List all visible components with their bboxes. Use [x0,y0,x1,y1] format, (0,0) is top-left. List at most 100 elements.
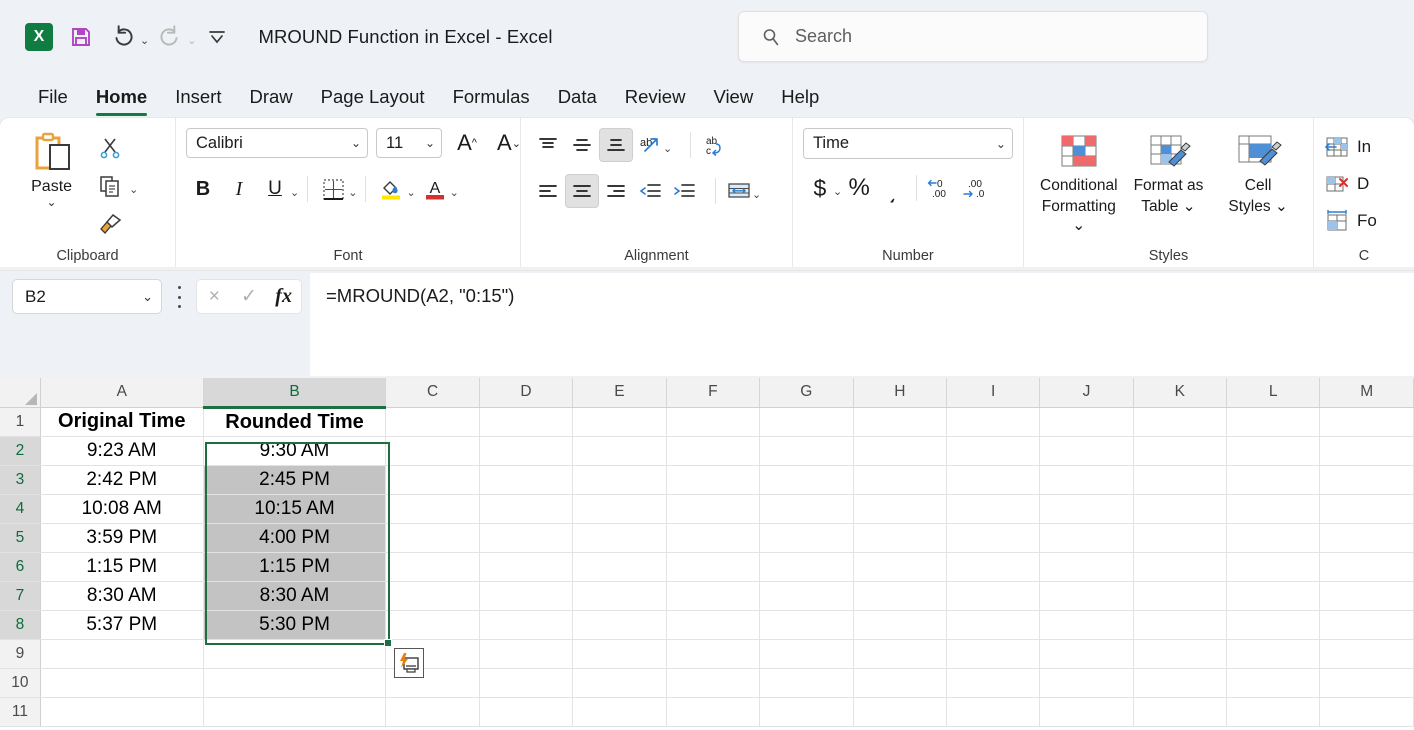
cell-m5[interactable] [1320,523,1414,552]
cell-m2[interactable] [1320,436,1414,465]
cell-b5[interactable]: 4:00 PM [203,523,386,552]
redo-icon[interactable] [149,17,191,57]
cell-d1[interactable] [479,407,572,436]
cell-l1[interactable] [1227,407,1320,436]
cell-c7[interactable] [386,581,479,610]
cell-b11[interactable] [203,697,386,726]
cell-b9[interactable] [203,639,386,668]
cell-a5[interactable]: 3:59 PM [40,523,203,552]
decrease-indent-button[interactable] [633,174,667,208]
redo-chevron-down-icon[interactable]: ⌄ [187,34,196,47]
cell-h1[interactable] [853,407,946,436]
cell-g4[interactable] [760,494,853,523]
column-header-g[interactable]: G [760,378,853,407]
undo-icon[interactable] [102,17,144,57]
cell-m8[interactable] [1320,610,1414,639]
row-header-8[interactable]: 8 [0,610,40,639]
column-header-i[interactable]: I [947,378,1040,407]
cell-j3[interactable] [1040,465,1133,494]
cell-j10[interactable] [1040,668,1133,697]
cell-g11[interactable] [760,697,853,726]
column-header-k[interactable]: K [1133,378,1226,407]
name-box[interactable]: B2 ⌄ [12,279,162,314]
cell-e9[interactable] [573,639,666,668]
italic-button[interactable]: I [222,172,256,206]
cell-d5[interactable] [479,523,572,552]
cancel-formula-button[interactable]: × [199,286,229,308]
row-header-1[interactable]: 1 [0,407,40,436]
wrap-text-button[interactable]: ab c [697,128,731,162]
copy-chevron-down-icon[interactable]: ⌄ [129,183,138,196]
paste-button[interactable]: Paste ⌄ [10,126,93,209]
orientation-chevron-down-icon[interactable]: ⌄ [663,142,672,155]
cell-g2[interactable] [760,436,853,465]
enter-formula-button[interactable]: ✓ [234,285,264,308]
column-header-b[interactable]: B [203,378,386,407]
borders-chevron-down-icon[interactable]: ⌄ [348,186,357,199]
row-header-4[interactable]: 4 [0,494,40,523]
select-all-corner[interactable] [0,378,40,407]
font-size-select[interactable]: 11 ⌄ [376,128,442,158]
cell-c4[interactable] [386,494,479,523]
cell-e3[interactable] [573,465,666,494]
cell-m9[interactable] [1320,639,1414,668]
cell-b3[interactable]: 2:45 PM [203,465,386,494]
merge-center-chevron-down-icon[interactable]: ⌄ [752,188,761,201]
orientation-button[interactable]: ab [633,128,667,162]
cell-d10[interactable] [479,668,572,697]
cell-h9[interactable] [853,639,946,668]
cell-f2[interactable] [666,436,759,465]
cell-e7[interactable] [573,581,666,610]
center-button[interactable] [565,174,599,208]
cell-h7[interactable] [853,581,946,610]
bottom-align-button[interactable] [599,128,633,162]
cell-g6[interactable] [760,552,853,581]
cell-e1[interactable] [573,407,666,436]
customize-qat-icon[interactable] [196,17,238,57]
cell-i10[interactable] [947,668,1040,697]
cell-i8[interactable] [947,610,1040,639]
cell-a3[interactable]: 2:42 PM [40,465,203,494]
cell-b8[interactable]: 5:30 PM [203,610,386,639]
middle-align-button[interactable] [565,128,599,162]
row-header-5[interactable]: 5 [0,523,40,552]
cell-g3[interactable] [760,465,853,494]
cell-f4[interactable] [666,494,759,523]
cell-b7[interactable]: 8:30 AM [203,581,386,610]
row-header-7[interactable]: 7 [0,581,40,610]
row-header-2[interactable]: 2 [0,436,40,465]
cell-f7[interactable] [666,581,759,610]
cell-i9[interactable] [947,639,1040,668]
paste-chevron-down-icon[interactable]: ⌄ [47,195,57,209]
column-header-l[interactable]: L [1227,378,1320,407]
cell-k8[interactable] [1133,610,1226,639]
cell-h3[interactable] [853,465,946,494]
cell-k11[interactable] [1133,697,1226,726]
conditional-formatting-button[interactable]: Conditional Formatting ⌄ [1034,130,1124,235]
formula-input[interactable]: =MROUND(A2, "0:15") [310,273,1414,376]
tab-view[interactable]: View [699,86,767,118]
cell-d11[interactable] [479,697,572,726]
cell-h8[interactable] [853,610,946,639]
cell-m4[interactable] [1320,494,1414,523]
formula-bar-more-icon[interactable] [172,286,186,308]
font-color-chevron-down-icon[interactable]: ⌄ [450,186,459,199]
cell-k3[interactable] [1133,465,1226,494]
cell-i4[interactable] [947,494,1040,523]
cell-l10[interactable] [1227,668,1320,697]
column-header-e[interactable]: E [573,378,666,407]
cell-d3[interactable] [479,465,572,494]
cell-e8[interactable] [573,610,666,639]
cell-f10[interactable] [666,668,759,697]
cell-e11[interactable] [573,697,666,726]
align-left-button[interactable] [531,174,565,208]
cell-m6[interactable] [1320,552,1414,581]
cut-button[interactable] [93,131,127,165]
row-header-11[interactable]: 11 [0,697,40,726]
cell-c2[interactable] [386,436,479,465]
search-input[interactable]: Search [738,11,1208,62]
cell-a4[interactable]: 10:08 AM [40,494,203,523]
increase-decimal-button[interactable]: 0 .00 [923,171,957,205]
cell-b10[interactable] [203,668,386,697]
cell-m1[interactable] [1320,407,1414,436]
